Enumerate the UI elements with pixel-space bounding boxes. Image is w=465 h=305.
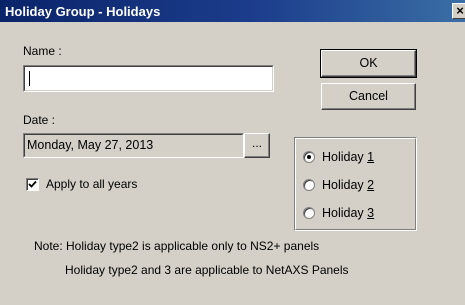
date-field: Monday, May 27, 2013 bbox=[23, 133, 244, 158]
checkmark-icon bbox=[28, 180, 37, 188]
radio-button[interactable] bbox=[303, 207, 315, 219]
window-title: Holiday Group - Holidays bbox=[5, 4, 161, 19]
ok-button[interactable]: OK bbox=[320, 49, 417, 78]
title-bar: Holiday Group - Holidays bbox=[0, 0, 465, 22]
apply-all-years-checkbox[interactable] bbox=[26, 178, 39, 191]
name-field-frame bbox=[23, 65, 274, 92]
close-icon: × bbox=[456, 3, 464, 18]
name-label: Name : bbox=[23, 44, 62, 58]
radio-label: Holiday 2 bbox=[322, 178, 375, 192]
text-caret bbox=[29, 71, 30, 86]
date-label: Date : bbox=[23, 113, 56, 127]
apply-all-years-label: Apply to all years bbox=[46, 177, 138, 191]
note-line-1: Note: Holiday type2 is applicable only t… bbox=[34, 239, 320, 253]
radio-button[interactable] bbox=[303, 179, 315, 191]
name-input[interactable] bbox=[27, 69, 267, 87]
close-button[interactable]: × bbox=[452, 3, 465, 19]
date-picker-button[interactable]: ... bbox=[244, 133, 270, 158]
cancel-button[interactable]: Cancel bbox=[321, 83, 416, 110]
date-value: Monday, May 27, 2013 bbox=[27, 138, 154, 152]
radio-button-selected[interactable] bbox=[303, 151, 315, 163]
note-line-2: Holiday type2 and 3 are applicable to Ne… bbox=[65, 263, 349, 277]
radio-label: Holiday 1 bbox=[322, 150, 375, 164]
radio-label: Holiday 3 bbox=[322, 206, 375, 220]
